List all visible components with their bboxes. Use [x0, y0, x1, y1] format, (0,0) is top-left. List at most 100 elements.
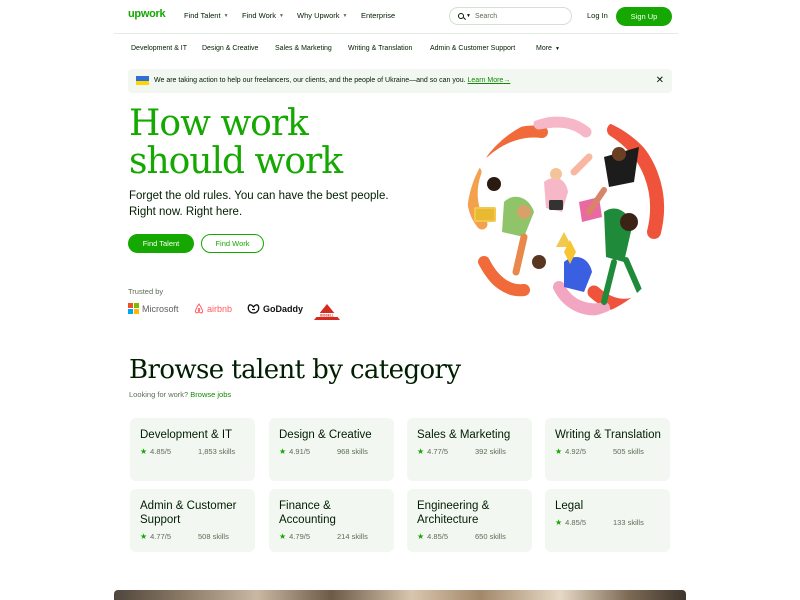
- card-rating: 4.85/5: [565, 518, 587, 527]
- card-title: Admin & Customer Support: [140, 500, 237, 526]
- category-card-admin-support[interactable]: Admin & Customer Support ★ 4.77/5 508 sk…: [130, 489, 255, 552]
- upwork-logo[interactable]: upwork: [128, 8, 166, 20]
- card-skills: 214 skills: [337, 532, 368, 541]
- microsoft-logo-text: Microsoft: [142, 303, 179, 314]
- hero-title-line1: How work: [129, 103, 309, 144]
- star-icon: ★: [555, 518, 563, 527]
- hero-subtitle: Forget the old rules. You can have the b…: [129, 188, 389, 220]
- card-meta: ★ 4.85/5 133 skills: [555, 518, 665, 527]
- category-nav-development-it[interactable]: Development & IT: [131, 45, 187, 52]
- banner-message: We are taking action to help our freelan…: [154, 77, 466, 84]
- search-type-dropdown-icon[interactable]: ▼: [466, 13, 471, 19]
- category-nav-more[interactable]: More ▼: [536, 45, 560, 52]
- card-rating: 4.91/5: [289, 447, 311, 456]
- airbnb-logo-text: airbnb: [207, 303, 233, 314]
- search-input[interactable]: ▼ Search: [449, 7, 572, 25]
- svg-text:BISSELL: BISSELL: [320, 313, 334, 317]
- top-nav: upwork Find Talent ▼ Find Work ▼ Why Upw…: [0, 0, 800, 33]
- card-rating: 4.92/5: [565, 447, 587, 456]
- hero-subtitle-line2: Right now. Right here.: [129, 206, 243, 218]
- card-rating: 4.85/5: [427, 532, 449, 541]
- nav-find-work-label: Find Work: [242, 11, 277, 20]
- card-title: Development & IT: [140, 429, 233, 441]
- airbnb-logo: airbnb: [194, 303, 232, 314]
- nav-enterprise-label: Enterprise: [361, 11, 396, 20]
- hero-title-line2: should work: [129, 141, 343, 182]
- close-icon[interactable]: ✕: [656, 75, 664, 86]
- star-icon: ★: [140, 532, 148, 541]
- category-card-legal[interactable]: Legal ★ 4.85/5 133 skills: [545, 489, 670, 552]
- card-rating: 4.77/5: [150, 532, 172, 541]
- star-icon: ★: [279, 532, 287, 541]
- search-icon: [458, 13, 464, 19]
- bissell-logo-icon: BISSELL: [314, 304, 340, 320]
- card-skills: 650 skills: [475, 532, 506, 541]
- card-skills: 505 skills: [613, 447, 644, 456]
- star-icon: ★: [555, 447, 563, 456]
- category-card-writing-translation[interactable]: Writing & Translation ★ 4.92/5 505 skill…: [545, 418, 670, 481]
- category-nav-admin-support[interactable]: Admin & Customer Support: [430, 45, 515, 52]
- browse-subtitle: Looking for work? Browse jobs: [129, 390, 231, 399]
- ukraine-banner: We are taking action to help our freelan…: [128, 69, 672, 93]
- card-skills: 133 skills: [613, 518, 644, 527]
- category-nav-writing-translation[interactable]: Writing & Translation: [348, 45, 412, 52]
- microsoft-logo-icon: [128, 303, 139, 314]
- nav-enterprise[interactable]: Enterprise: [361, 11, 395, 20]
- nav-why-upwork[interactable]: Why Upwork ▼: [297, 11, 347, 20]
- card-meta: ★ 4.91/5 968 skills: [279, 447, 389, 456]
- category-nav: Development & IT Design & Creative Sales…: [0, 45, 800, 57]
- card-title: Sales & Marketing: [417, 429, 511, 441]
- category-nav-design-creative[interactable]: Design & Creative: [202, 45, 258, 52]
- login-link[interactable]: Log In: [587, 11, 608, 20]
- card-rating: 4.79/5: [289, 532, 311, 541]
- card-title: Design & Creative: [279, 429, 372, 441]
- header-divider: [114, 33, 678, 34]
- card-title: Legal: [555, 500, 584, 512]
- ukraine-flag-icon: [136, 76, 149, 85]
- card-meta: ★ 4.79/5 214 skills: [279, 532, 389, 541]
- star-icon: ★: [417, 447, 425, 456]
- chevron-down-icon: ▼: [342, 12, 348, 19]
- card-title: Finance & Accounting: [279, 500, 336, 526]
- chevron-down-icon: ▼: [223, 12, 229, 19]
- hero-title: How work should work: [129, 103, 343, 182]
- find-work-button[interactable]: Find Work: [201, 234, 264, 253]
- category-card-development-it[interactable]: Development & IT ★ 4.85/5 1,853 skills: [130, 418, 255, 481]
- banner-learn-more-link[interactable]: Learn More→: [468, 77, 511, 84]
- star-icon: ★: [140, 447, 148, 456]
- search-placeholder: Search: [474, 12, 498, 20]
- chevron-down-icon: ▼: [279, 12, 284, 19]
- hero-subtitle-line1: Forget the old rules. You can have the b…: [129, 190, 389, 202]
- category-card-sales-marketing[interactable]: Sales & Marketing ★ 4.77/5 392 skills: [407, 418, 532, 481]
- card-title: Writing & Translation: [555, 429, 661, 441]
- category-nav-more-label: More: [536, 45, 552, 52]
- browse-title: Browse talent by category: [129, 355, 461, 385]
- star-icon: ★: [279, 447, 287, 456]
- star-icon: ★: [417, 532, 425, 541]
- nav-find-talent[interactable]: Find Talent ▼: [184, 11, 229, 20]
- category-card-engineering-architecture[interactable]: Engineering & Architecture ★ 4.85/5 650 …: [407, 489, 532, 552]
- card-meta: ★ 4.92/5 505 skills: [555, 447, 665, 456]
- godaddy-logo: GoDaddy: [247, 303, 303, 314]
- card-skills: 968 skills: [337, 447, 368, 456]
- banner-text: We are taking action to help our freelan…: [154, 77, 510, 84]
- nav-why-upwork-label: Why Upwork: [297, 11, 340, 20]
- signup-button[interactable]: Sign Up: [616, 7, 672, 26]
- card-meta: ★ 4.85/5 650 skills: [417, 532, 527, 541]
- category-card-finance-accounting[interactable]: Finance & Accounting ★ 4.79/5 214 skills: [269, 489, 394, 552]
- bissell-logo: BISSELL: [313, 303, 341, 321]
- card-rating: 4.77/5: [427, 447, 449, 456]
- trusted-logos: Microsoft airbnb GoDaddy BISSELL: [128, 303, 358, 321]
- godaddy-logo-text: GoDaddy: [263, 303, 304, 314]
- browse-jobs-link[interactable]: Browse jobs: [190, 390, 231, 399]
- category-card-design-creative[interactable]: Design & Creative ★ 4.91/5 968 skills: [269, 418, 394, 481]
- category-nav-sales-marketing[interactable]: Sales & Marketing: [275, 45, 332, 52]
- browse-subtitle-prefix: Looking for work?: [129, 390, 189, 399]
- card-skills: 1,853 skills: [198, 447, 236, 456]
- chevron-down-icon: ▼: [554, 45, 560, 52]
- bottom-photo-banner: [114, 590, 686, 600]
- card-title: Engineering & Architecture: [417, 500, 490, 526]
- find-talent-button[interactable]: Find Talent: [128, 234, 194, 253]
- card-rating: 4.85/5: [150, 447, 172, 456]
- nav-find-work[interactable]: Find Work ▼: [242, 11, 284, 20]
